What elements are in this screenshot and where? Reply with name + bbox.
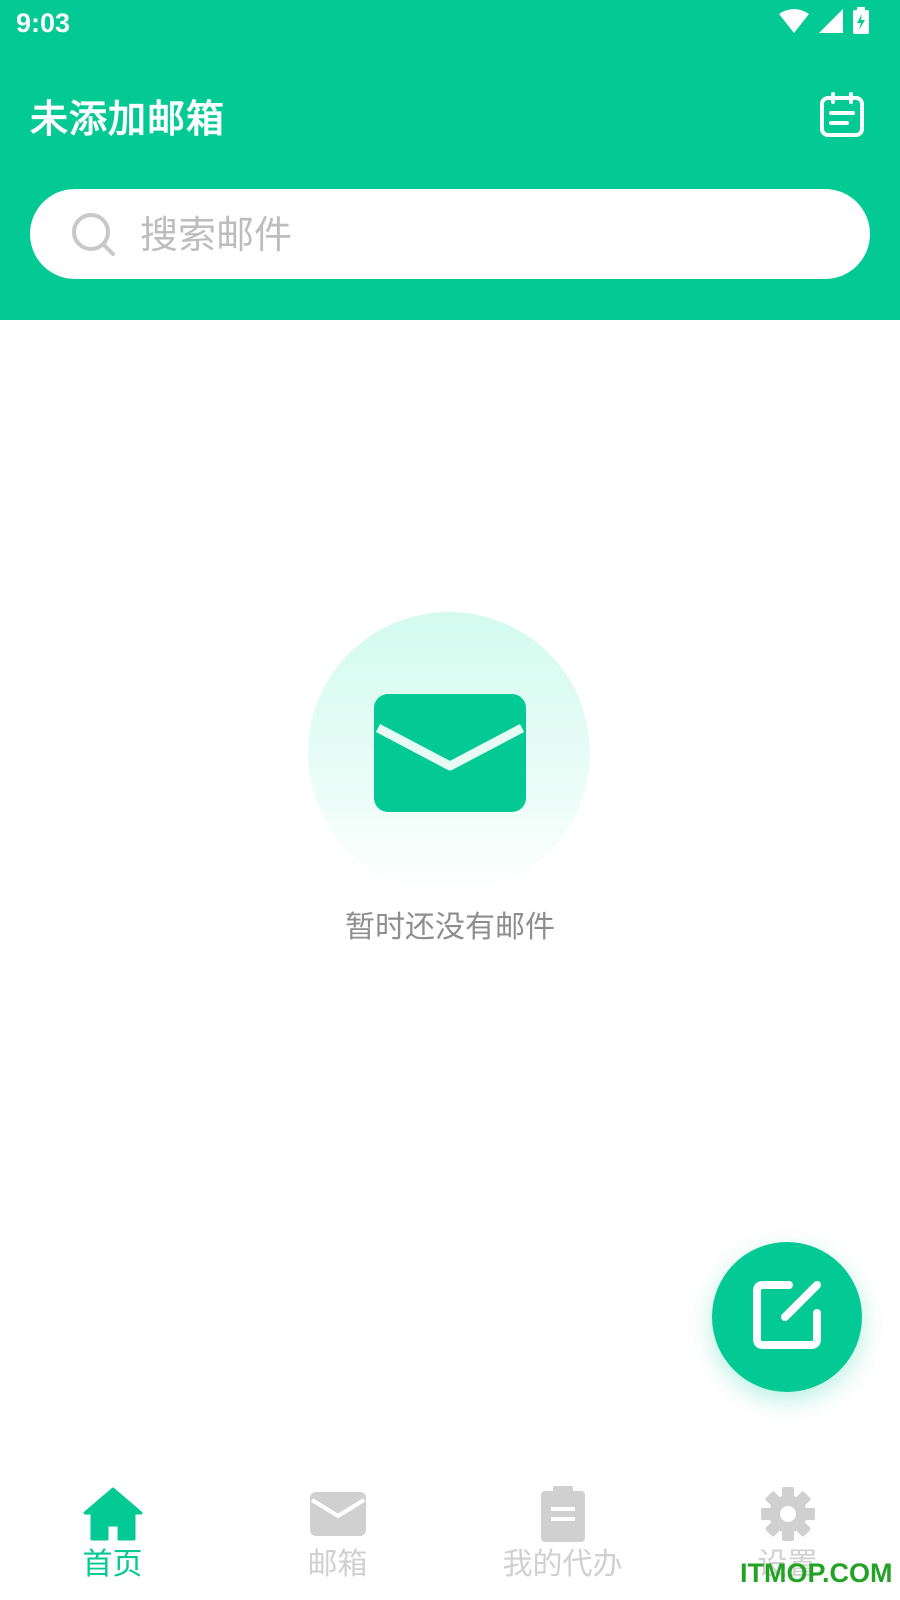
- watermark: ITMOP.COM: [740, 1558, 893, 1588]
- status-time: 9:03: [16, 8, 71, 38]
- compose-icon: [749, 1277, 825, 1357]
- page-title: 未添加邮箱: [30, 97, 226, 141]
- battery-charging-icon: [852, 7, 870, 39]
- home-icon: [81, 1482, 145, 1546]
- compose-button[interactable]: [712, 1242, 862, 1392]
- search-bar[interactable]: [30, 189, 870, 279]
- mail-icon: [306, 1482, 370, 1546]
- signal-icon: [818, 8, 844, 38]
- nav-label-todo: 我的代办: [502, 1547, 623, 1582]
- nav-label-mailbox: 邮箱: [307, 1547, 368, 1582]
- envelope-icon: [374, 694, 526, 812]
- search-icon: [70, 211, 116, 257]
- nav-item-mailbox[interactable]: 邮箱: [225, 1470, 450, 1600]
- empty-state-message: 暂时还没有邮件: [345, 910, 555, 945]
- nav-item-todo[interactable]: 我的代办: [450, 1470, 675, 1600]
- nav-label-home: 首页: [82, 1547, 143, 1582]
- search-input[interactable]: [138, 204, 832, 266]
- nav-item-home[interactable]: 首页: [0, 1470, 225, 1600]
- calendar-button[interactable]: [818, 92, 866, 142]
- calendar-icon: [819, 92, 865, 142]
- status-icons: [778, 7, 870, 39]
- status-bar: 9:03: [0, 0, 900, 50]
- clipboard-icon: [531, 1482, 595, 1546]
- wifi-icon: [778, 8, 810, 38]
- gear-icon: [756, 1482, 820, 1546]
- app-header: 9:03 未添加邮箱: [0, 0, 900, 320]
